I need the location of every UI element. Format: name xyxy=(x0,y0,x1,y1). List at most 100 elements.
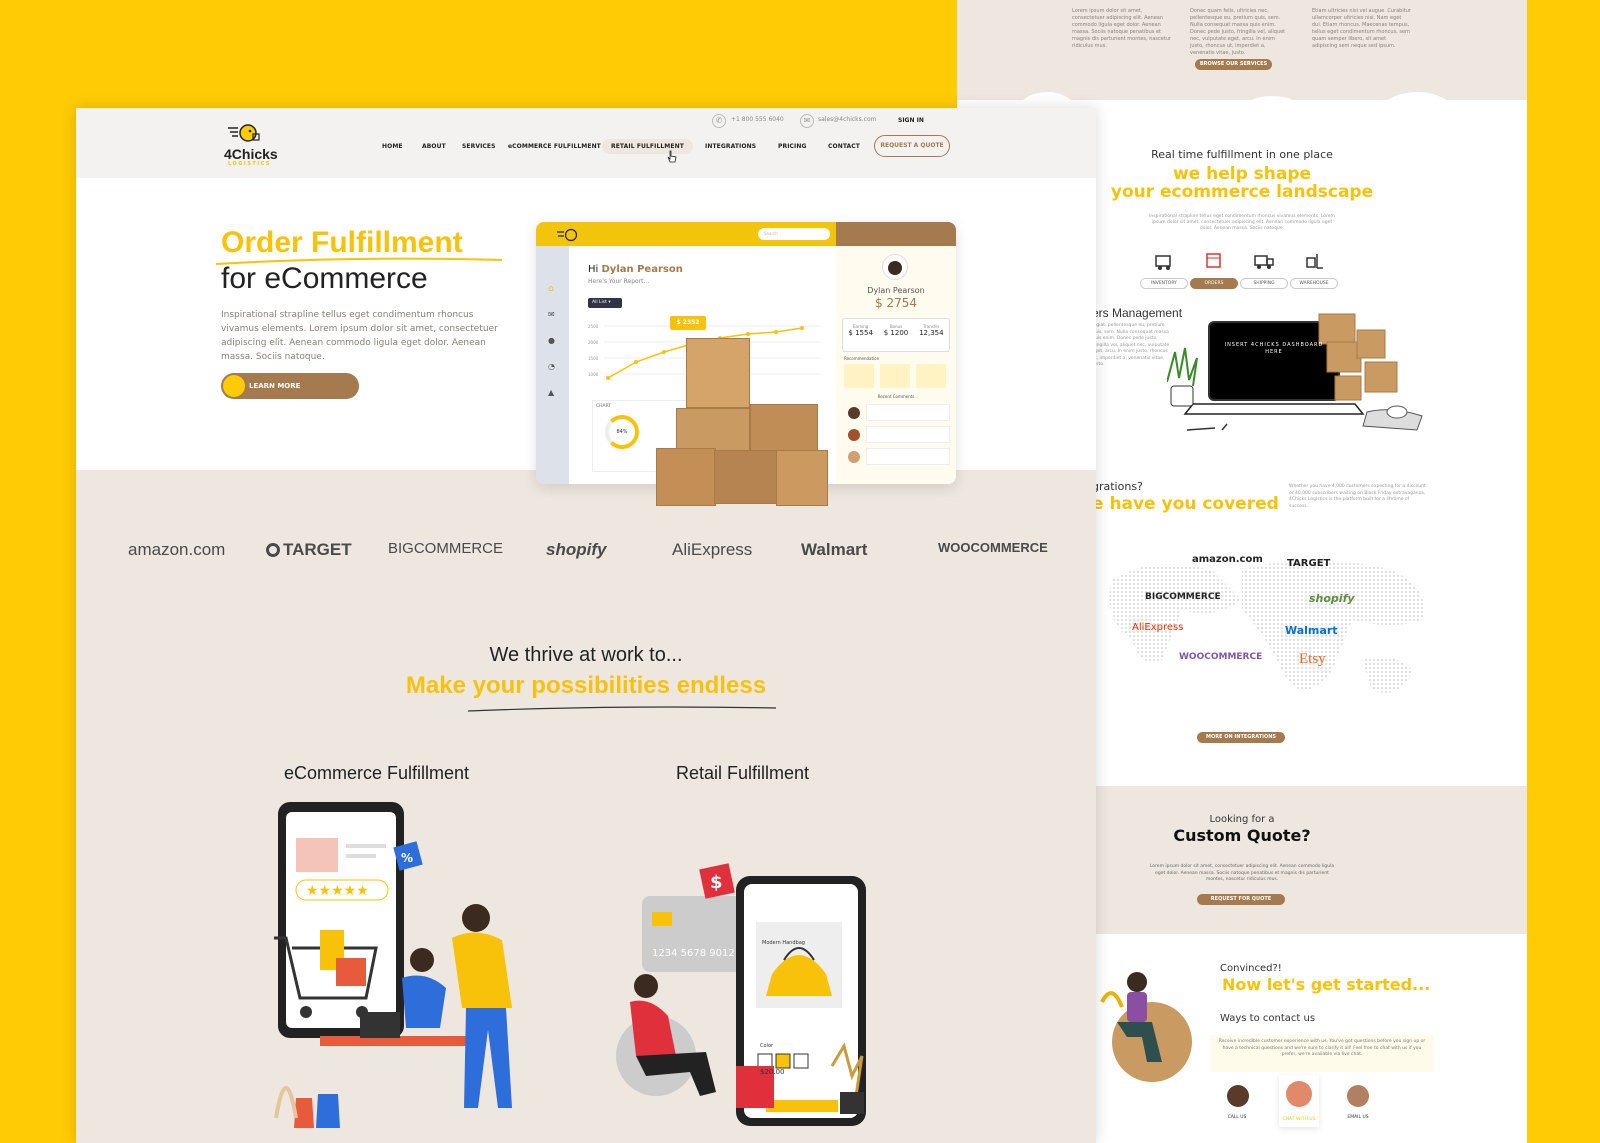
intro-band: Lorem ipsum dolor sit amet, consectetuer… xyxy=(957,0,1527,100)
brand-target: TARGET xyxy=(266,540,352,560)
chart-pie-icon[interactable]: ◔ xyxy=(548,362,555,371)
partner-logo-shopify: shopify xyxy=(1309,592,1355,605)
tab-warehouse[interactable]: WAREHOUSE xyxy=(1290,278,1338,289)
tab-shipping[interactable]: SHIPPING xyxy=(1240,278,1288,289)
request-quote-header-button[interactable]: REQUEST A QUOTE xyxy=(874,135,950,157)
partner-logo-woocommerce: WOOCOMMERCE xyxy=(1179,652,1263,662)
chart-tooltip: $ 2352 xyxy=(670,316,706,330)
laptop-illustration xyxy=(1167,313,1423,431)
profile-avatar[interactable] xyxy=(882,254,908,280)
chick-logo-icon[interactable] xyxy=(226,122,260,144)
email-address[interactable]: sales@4chicks.com xyxy=(818,116,877,123)
hero-body: Inspirational strapline tellus eget cond… xyxy=(221,310,498,362)
dashboard-logo-icon xyxy=(557,228,578,242)
partner-logo-target: TARGET xyxy=(1287,558,1331,569)
covered-heading: e have you covered xyxy=(1092,494,1279,514)
brand-shopify: shopify xyxy=(546,540,607,559)
tab-orders[interactable]: ORDERS xyxy=(1190,278,1238,289)
main-page: 4Chicks LOGISTICS ✆ +1 800 555 6040 ✉ sa… xyxy=(76,108,1096,1143)
y-tick-label: 2000 xyxy=(588,340,599,345)
nav-about[interactable]: ABOUT xyxy=(422,143,446,150)
profile-name: Dylan Pearson xyxy=(867,286,925,295)
browse-services-button[interactable]: BROWSE OUR SERVICES xyxy=(1195,59,1272,70)
logo-text[interactable]: 4Chicks xyxy=(224,146,278,162)
y-tick-label: 2500 xyxy=(588,324,599,329)
laptop-placeholder-text: INSERT 4CHICKS DASHBOARD HERE xyxy=(1224,342,1324,355)
more-integrations-button[interactable]: MORE ON INTEGRATIONS xyxy=(1197,732,1285,743)
chart-point xyxy=(606,376,610,380)
profile-balance: $ 2754 xyxy=(875,296,917,310)
nav-ecommerce-fulfillment[interactable]: eCOMMERCE FULFILLMENT xyxy=(508,143,601,150)
stat-bonus: Bonus $ 1200 xyxy=(883,324,909,337)
phone-add-to-cart[interactable]: ADD TO CART xyxy=(766,1090,838,1097)
chat-label[interactable]: CHAT WITH US xyxy=(1279,1117,1319,1122)
call-label[interactable]: CALL US xyxy=(1222,1115,1252,1120)
partner-logo-bigcommerce: BIGCOMMERCE xyxy=(1145,592,1221,602)
learn-more-button[interactable]: LEARN MORE xyxy=(221,373,359,399)
comment-card xyxy=(866,404,950,421)
dashboard-report-text: Here's Your Report... xyxy=(588,278,650,285)
mail-icon[interactable]: ✉ xyxy=(548,310,555,319)
retail-card-title[interactable]: Retail Fulfillment xyxy=(676,763,809,784)
cardboard-boxes-illustration xyxy=(616,338,856,508)
signin-link[interactable]: SIGN IN xyxy=(898,117,924,124)
comment-card xyxy=(866,426,950,443)
orders-body: fugiat, pellentesque eu, pretium quis, s… xyxy=(1092,323,1170,367)
phone-price: $20.00 xyxy=(760,1068,785,1076)
service-tabs: INVENTORY ORDERS SHIPPING WAREHOUSE xyxy=(1140,278,1340,289)
dashboard-search[interactable]: Search xyxy=(758,228,830,240)
ecommerce-card-title[interactable]: eCommerce Fulfillment xyxy=(284,763,469,784)
partner-logo-etsy: Etsy xyxy=(1299,651,1326,667)
retail-illustration: 1234 5678 9012 345 $ xyxy=(616,863,866,1126)
nav-retail-fulfillment[interactable]: RETAIL FULFILLMENT xyxy=(602,139,693,154)
ways-heading: Ways to contact us xyxy=(1220,1013,1316,1024)
inventory-icon xyxy=(1155,255,1171,270)
alert-icon[interactable]: ▲ xyxy=(548,388,554,397)
nav-contact[interactable]: CONTACT xyxy=(828,143,860,150)
dashboard-greeting: Hi Dylan Pearson xyxy=(588,264,683,275)
comment-card xyxy=(866,448,950,465)
integrations-question: grations? xyxy=(1092,480,1143,493)
call-avatar[interactable] xyxy=(1227,1085,1249,1107)
nav-home[interactable]: HOME xyxy=(382,143,403,150)
brand-aliexpress: AliExpress xyxy=(672,540,753,559)
warehouse-icon xyxy=(1306,254,1323,269)
thrive-underline xyxy=(467,706,777,712)
partner-logo-amazon: amazon.com xyxy=(1192,554,1263,565)
target-bullseye-icon xyxy=(266,543,280,557)
svg-text:★★★★★: ★★★★★ xyxy=(306,883,369,899)
quote-body: Lorem ipsum dolor sit amet, consectetuer… xyxy=(1149,864,1335,882)
site-header: 4Chicks LOGISTICS ✆ +1 800 555 6040 ✉ sa… xyxy=(76,108,1096,178)
recommendation-chips[interactable] xyxy=(844,364,948,388)
ways-body: Receive incredible customer experience w… xyxy=(1210,1035,1434,1072)
tab-inventory[interactable]: INVENTORY xyxy=(1140,278,1188,289)
dashboard-topbar-right xyxy=(836,222,956,246)
filter-dropdown[interactable]: All List ▾ xyxy=(588,298,622,308)
home-icon[interactable]: ⌂ xyxy=(548,284,554,294)
email-avatar[interactable] xyxy=(1347,1085,1369,1107)
nav-integrations[interactable]: INTEGRATIONS xyxy=(705,143,756,150)
y-tick-label: 1500 xyxy=(588,356,599,361)
intro-col-3: Etiam ultricies nisi vel augue. Curabitu… xyxy=(1312,8,1411,49)
user-icon[interactable]: ● xyxy=(548,336,555,345)
nav-services[interactable]: SERVICES xyxy=(462,143,496,150)
mail-icon: ✉ xyxy=(800,114,814,128)
learn-more-label: LEARN MORE xyxy=(249,382,301,390)
partner-logo-aliexpress: AliExpress xyxy=(1132,622,1184,633)
orders-icon xyxy=(1206,253,1221,268)
nav-pricing[interactable]: PRICING xyxy=(778,143,807,150)
chart-point xyxy=(774,330,778,334)
hero-title-dark: for eCommerce xyxy=(221,262,428,295)
get-started-heading: Now let's get started... xyxy=(1222,975,1431,994)
phone-color-label: Color xyxy=(760,1043,774,1049)
thrive-line-1: We thrive at work to... xyxy=(489,644,683,666)
phone-number[interactable]: +1 800 555 6040 xyxy=(731,116,784,123)
brand-amazon: amazon.com xyxy=(128,540,226,559)
phone-icon: ✆ xyxy=(712,114,726,128)
shape-body: Inspirational strapline tellus eget cond… xyxy=(1149,214,1335,231)
email-label[interactable]: EMAIL US xyxy=(1343,1115,1373,1120)
covered-body: Whether you have 4,000 customers expecti… xyxy=(1289,484,1426,509)
request-quote-button[interactable]: REQUEST FOR QUOTE xyxy=(1197,894,1285,905)
intro-col-2: Donec quam felis, ultricies nec, pellent… xyxy=(1190,8,1286,56)
svg-text:$: $ xyxy=(710,872,723,893)
